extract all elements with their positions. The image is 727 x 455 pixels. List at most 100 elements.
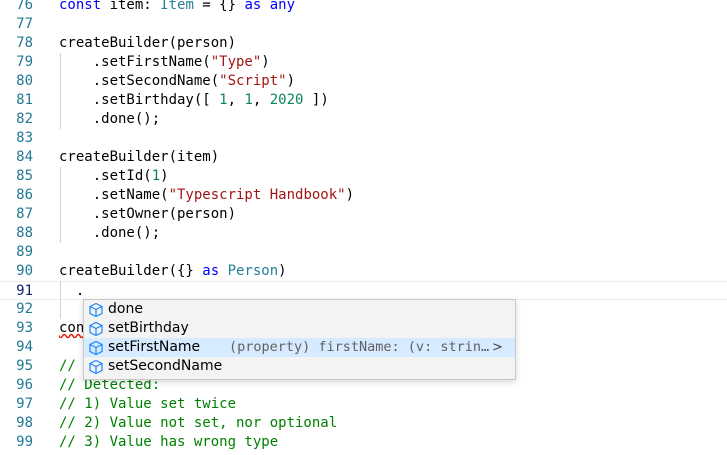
code-text: .setOwner(person) [59,205,236,224]
code-token: "Typescript Handbook" [168,187,346,203]
code-line[interactable]: 77 [0,15,727,34]
code-line[interactable]: 81 .setBirthday([ 1, 1, 2020 ]) [0,91,727,110]
code-token: Item [160,0,194,13]
suggest-widget: done setBirthday setFirstName (property) fi… [83,299,516,380]
property-icon [88,321,104,337]
line-number: 89 [16,244,33,260]
code-token: Person [227,263,279,279]
code-token: 2020 [269,92,304,108]
code-line[interactable]: 88 .done(); [0,224,727,243]
line-number: 91 [16,283,33,299]
code-token: any [269,0,296,13]
code-line[interactable]: 79 .setFirstName("Type") [0,53,727,72]
code-editor[interactable]: 76 const item: Item = {} as any 77 78 create… [0,0,727,455]
line-number: 76 [16,0,33,13]
code-token: .setBirthday([ [59,92,220,108]
property-icon [88,302,104,318]
suggestion-label: setBirthday [108,320,189,336]
code-text: . [59,282,84,301]
code-text: createBuilder(person) [59,34,236,53]
code-line[interactable]: 78 createBuilder(person) [0,34,727,53]
line-number: 93 [16,320,33,336]
code-line[interactable]: 76 const item: Item = {} as any [0,0,727,15]
code-text: .setId(1) [59,167,169,186]
line-number: 96 [16,377,33,393]
suggestion-item[interactable]: setSecondName [84,357,515,376]
code-text: con [59,319,84,338]
line-number: 83 [16,130,33,146]
code-token: .setSecondName( [59,73,220,89]
code-token: ) [286,73,296,89]
code-token: "Type" [210,54,262,70]
suggestion-item[interactable]: setBirthday [84,319,515,338]
code-text: // 3) Value has wrong type [59,433,278,452]
line-number: 92 [16,301,33,317]
read-more-chevron-icon[interactable]: > [492,338,503,357]
code-line[interactable]: 84 createBuilder(item) [0,148,727,167]
code-token: . [59,283,85,299]
code-text: // 2) Value not set, nor optional [59,414,337,433]
code-token: ) [345,187,355,203]
code-token: as [202,263,228,279]
line-number: 94 [16,339,33,355]
code-token: const [59,0,110,13]
code-line[interactable]: 99 // 3) Value has wrong type [0,433,727,452]
code-line[interactable]: 85 .setId(1) [0,167,727,186]
code-token: "Script" [219,73,287,89]
code-token: createBuilder({} [59,263,203,279]
code-token: con [59,320,85,336]
code-line[interactable]: 82 .done(); [0,110,727,129]
code-line[interactable]: 83 [0,129,727,148]
line-number: 98 [16,415,33,431]
code-token: createBuilder(item) [59,149,220,165]
code-token: , [252,92,270,108]
line-number: 79 [16,54,33,70]
suggestion-item[interactable]: done [84,300,515,319]
suggestion-label: setFirstName [108,339,201,355]
code-text: .setBirthday([ 1, 1, 2020 ]) [59,91,329,110]
code-token: ) [160,168,169,184]
code-token: ]) [303,92,329,108]
code-line[interactable]: 98 // 2) Value not set, nor optional [0,414,727,433]
code-line[interactable]: 90 createBuilder({} as Person) [0,262,727,281]
code-line[interactable]: 97 // 1) Value set twice [0,395,727,414]
code-token: createBuilder(person) [59,35,237,51]
suggestion-item[interactable]: setFirstName (property) firstName: (v: st… [84,338,515,357]
code-token: .setFirstName( [59,54,211,70]
line-number: 95 [16,358,33,374]
code-text: // 1) Value set twice [59,395,236,414]
code-line[interactable]: 91 . [0,281,727,300]
line-number: 80 [16,73,33,89]
code-text: createBuilder({} as Person) [59,262,287,281]
code-line[interactable]: 87 .setOwner(person) [0,205,727,224]
code-token: 1 [151,168,161,184]
code-token: 1 [244,92,253,108]
code-text: // [59,357,84,376]
code-token: item: [109,0,161,13]
code-token: // [59,358,85,374]
code-text: .done(); [59,110,160,129]
line-number: 82 [16,111,33,127]
code-text: .done(); [59,224,160,243]
code-line[interactable]: 80 .setSecondName("Script") [0,72,727,91]
code-token: .setOwner(person) [59,206,237,222]
line-number: 86 [16,187,33,203]
code-token: ) [261,54,270,70]
code-token: , [227,92,245,108]
code-token: .done(); [59,111,161,127]
code-line[interactable]: 89 [0,243,727,262]
indent-guide [60,167,61,243]
line-number: 88 [16,225,33,241]
line-number: 87 [16,206,33,222]
code-line[interactable]: 86 .setName("Typescript Handbook") [0,186,727,205]
suggestion-detail: (property) firstName: (v: strin… [229,339,490,355]
indent-guide [60,53,61,129]
code-text: .setName("Typescript Handbook") [59,186,354,205]
suggestion-label: done [108,301,143,317]
property-icon [88,340,104,356]
suggestion-label: setSecondName [108,358,223,374]
line-number: 99 [16,434,33,450]
indent-guide [60,281,61,319]
code-token: = {} [193,0,245,13]
code-token: // 3) Value has wrong type [59,434,279,450]
